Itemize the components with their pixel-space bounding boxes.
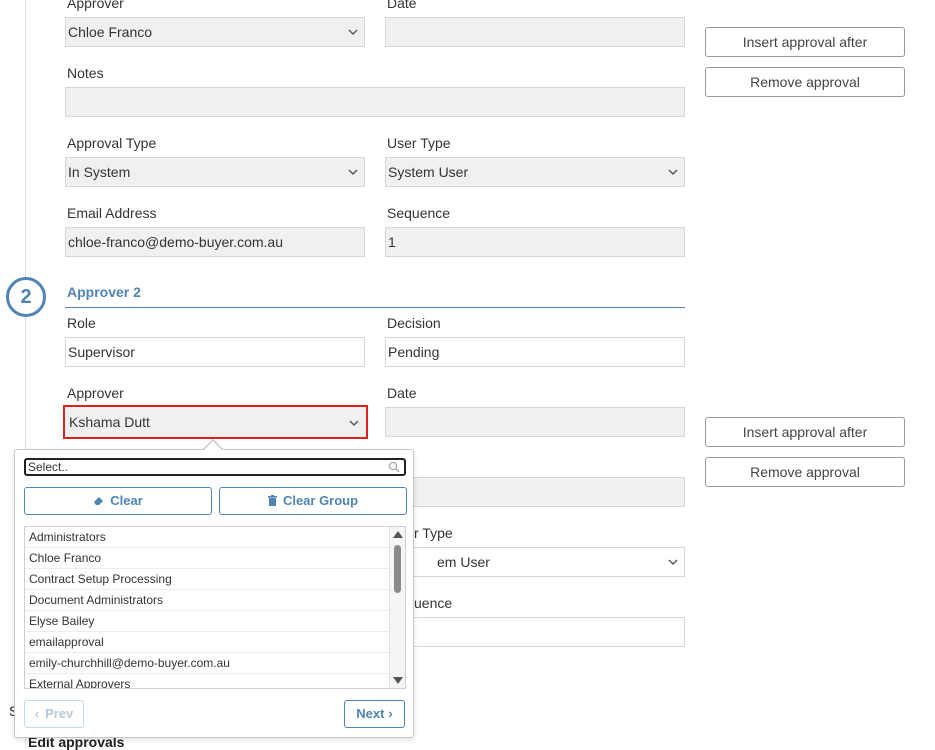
chevron-down-icon [349, 420, 359, 426]
chevron-down-icon [348, 169, 358, 175]
list-scrollbar[interactable] [389, 527, 405, 688]
dropdown-options-list[interactable]: Administrators Chloe Franco Contract Set… [24, 526, 406, 689]
approver1-approver-value: Chloe Franco [68, 24, 153, 40]
approver1-email-field[interactable]: chloe-franco@demo-buyer.com.au [65, 227, 365, 257]
approver2-role-value: Supervisor [68, 344, 135, 360]
next-label: Next [356, 706, 385, 721]
scrollbar-thumb[interactable] [394, 545, 401, 593]
approver2-user-type-value: em User [437, 554, 490, 570]
approver1-sequence-field[interactable]: 1 [385, 227, 685, 257]
approver2-date-field[interactable] [385, 407, 685, 437]
approver2-role-field[interactable]: Supervisor [65, 337, 365, 367]
approver2-approver-value: Kshama Dutt [69, 414, 150, 430]
approver2-user-type-label: r Type [414, 525, 453, 541]
approver1-email-value: chloe-franco@demo-buyer.com.au [68, 234, 283, 250]
approver2-insert-after-button[interactable]: Insert approval after [705, 417, 905, 447]
approver2-sequence-label: uence [414, 595, 453, 611]
search-icon [388, 461, 400, 473]
list-item[interactable]: emily-churchhill@demo-buyer.com.au [25, 653, 389, 674]
popup-caret-inner [204, 441, 222, 450]
approver1-insert-after-button[interactable]: Insert approval after [705, 27, 905, 57]
list-item[interactable]: emailapproval [25, 632, 389, 653]
approver1-sequence-value: 1 [388, 234, 396, 250]
approver1-approval-type-select[interactable]: In System [65, 157, 365, 187]
approver1-user-type-select[interactable]: System User [385, 157, 685, 187]
next-button[interactable]: Next › [344, 700, 405, 728]
chevron-down-icon [348, 29, 358, 35]
list-item[interactable]: Contract Setup Processing [25, 569, 389, 590]
clear-label: Clear [110, 493, 143, 508]
approver2-role-label: Role [67, 315, 96, 331]
approver1-approver-label: Approver [67, 0, 124, 11]
section-divider [65, 307, 685, 308]
chevron-down-icon [668, 169, 678, 175]
prev-label: Prev [45, 706, 74, 721]
approver1-date-label: Date [387, 0, 417, 11]
step-number-badge: 2 [6, 277, 46, 317]
clear-group-label: Clear Group [282, 493, 359, 508]
chevron-down-icon [668, 559, 678, 565]
approver2-decision-value: Pending [388, 344, 440, 360]
approver2-notes-field[interactable] [385, 477, 685, 507]
eraser-icon [93, 489, 104, 515]
list-item[interactable]: Administrators [25, 527, 389, 548]
approver1-date-field[interactable] [385, 17, 685, 47]
chevron-left-icon: ‹ [34, 706, 40, 721]
approver-dropdown-popup: Clear Clear Group Administrators Chloe F… [14, 449, 414, 738]
approver1-approval-type-value: In System [68, 164, 131, 180]
approver1-sequence-label: Sequence [387, 205, 451, 221]
approver2-date-label: Date [387, 385, 417, 401]
list-item[interactable]: Elyse Bailey [25, 611, 389, 632]
approver1-notes-label: Notes [67, 65, 104, 81]
trash-icon [267, 489, 277, 515]
approver1-user-type-label: User Type [387, 135, 451, 151]
approver2-decision-field[interactable]: Pending [385, 337, 685, 367]
approver1-user-type-value: System User [388, 164, 469, 180]
approver1-notes-field[interactable] [65, 87, 685, 117]
scroll-up-arrow-icon[interactable] [393, 531, 403, 538]
list-item[interactable]: Document Administrators [25, 590, 389, 611]
approver2-title: Approver 2 [67, 284, 141, 300]
approver2-user-type-select[interactable]: em User [385, 547, 685, 577]
approver2-sequence-field[interactable] [385, 617, 685, 647]
dropdown-search[interactable] [24, 458, 406, 476]
chevron-right-icon: › [388, 706, 393, 721]
approver2-remove-button[interactable]: Remove approval [705, 457, 905, 487]
list-item[interactable]: External Approvers [25, 674, 389, 688]
approver2-approver-select[interactable]: Kshama Dutt [63, 405, 368, 439]
dropdown-search-input[interactable] [26, 460, 376, 474]
approver1-email-label: Email Address [67, 205, 157, 221]
approver1-approval-type-label: Approval Type [67, 135, 157, 151]
clear-group-button[interactable]: Clear Group [219, 487, 407, 515]
approver2-decision-label: Decision [387, 315, 441, 331]
approver2-approver-label: Approver [67, 385, 124, 401]
prev-button[interactable]: ‹ Prev [24, 700, 84, 728]
approver1-remove-button[interactable]: Remove approval [705, 67, 905, 97]
scroll-down-arrow-icon[interactable] [393, 677, 403, 684]
clear-button[interactable]: Clear [24, 487, 212, 515]
approver1-approver-select[interactable]: Chloe Franco [65, 17, 365, 47]
list-item[interactable]: Chloe Franco [25, 548, 389, 569]
